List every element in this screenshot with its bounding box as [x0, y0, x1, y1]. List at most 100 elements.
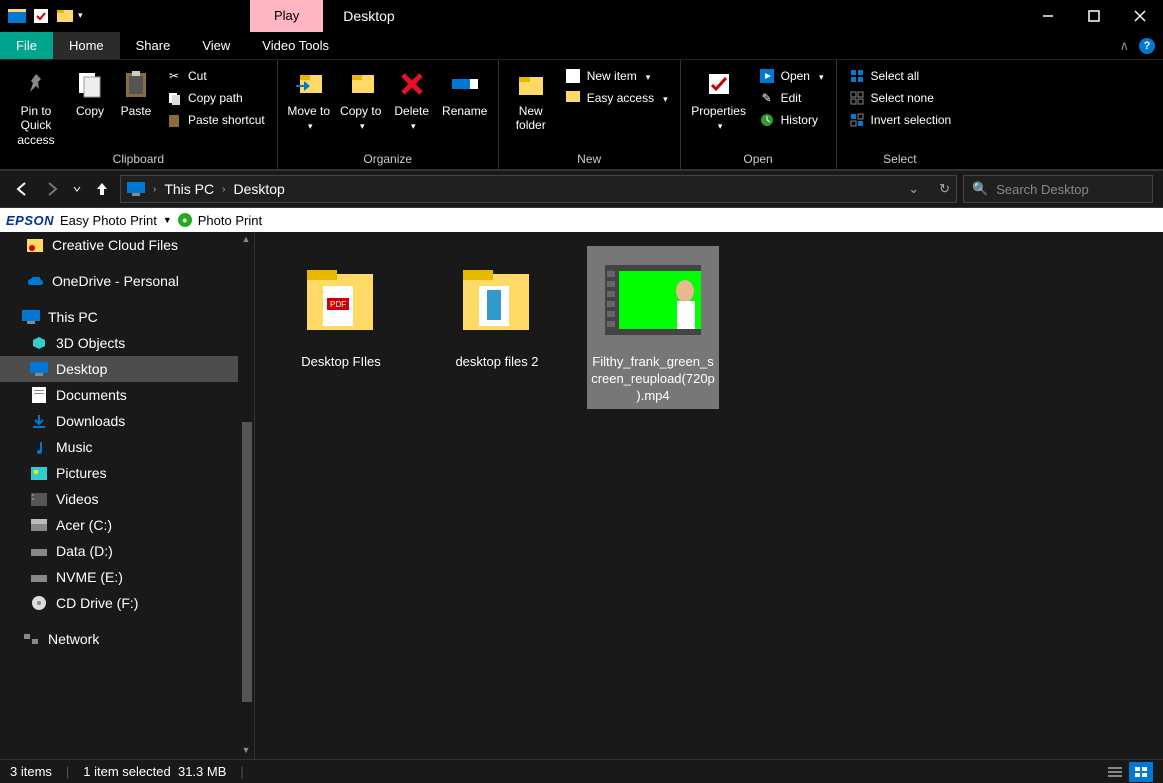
copy-button[interactable]: Copy [68, 64, 112, 118]
crumb-desktop[interactable]: Desktop [233, 181, 284, 197]
new-folder-button[interactable]: New folder [505, 64, 557, 133]
epson-dropdown-icon[interactable]: ▼ [163, 215, 172, 225]
tab-share[interactable]: Share [120, 32, 187, 59]
forward-button[interactable] [40, 177, 64, 201]
tree-creative-cloud[interactable]: Creative Cloud Files [0, 232, 254, 258]
tree-cd-drive[interactable]: CD Drive (F:) [0, 590, 254, 616]
paste-button[interactable]: Paste [114, 64, 158, 118]
details-view-button[interactable] [1103, 762, 1127, 782]
copy-path-button[interactable]: Copy path [160, 88, 271, 108]
history-button[interactable]: History [753, 110, 830, 130]
select-none-button[interactable]: Select none [843, 88, 958, 108]
status-selected-count: 1 item selected 31.3 MB [83, 764, 226, 779]
tree-scrollbar[interactable]: ▲ ▼ [238, 232, 254, 759]
title-bar: ▾ Play Desktop [0, 0, 1163, 32]
address-dropdown-icon[interactable]: ⌄ [908, 181, 919, 197]
help-icon[interactable]: ? [1139, 38, 1155, 54]
tree-3d-objects[interactable]: 3D Objects [0, 330, 254, 356]
context-tab-play[interactable]: Play [250, 0, 323, 32]
scroll-up-icon[interactable]: ▲ [240, 234, 252, 246]
properties-button[interactable]: Properties [687, 64, 751, 133]
invert-selection-button[interactable]: Invert selection [843, 110, 958, 130]
back-button[interactable] [10, 177, 34, 201]
group-label-open: Open [687, 149, 830, 169]
downloads-icon [30, 413, 48, 429]
desktop-icon [30, 361, 48, 377]
delete-button[interactable]: Delete [388, 64, 436, 133]
recent-locations-button[interactable] [70, 177, 84, 201]
tree-videos[interactable]: Videos [0, 486, 254, 512]
invert-selection-icon [849, 112, 865, 128]
cut-button[interactable]: ✂Cut [160, 66, 271, 86]
address-bar: › This PC › Desktop ⌄ ↻ 🔍 Search Desktop [0, 170, 1163, 208]
videos-icon [30, 491, 48, 507]
paste-shortcut-button[interactable]: Paste shortcut [160, 110, 271, 130]
explorer-icon[interactable] [6, 5, 28, 27]
minimize-button[interactable] [1025, 0, 1071, 32]
easy-access-icon [565, 90, 581, 106]
file-item-video[interactable]: Filthy_frank_green_screen_reupload(720p)… [587, 246, 719, 409]
tab-home[interactable]: Home [53, 32, 120, 59]
tree-onedrive[interactable]: OneDrive - Personal [0, 268, 254, 294]
qat-folder-icon[interactable] [54, 5, 76, 27]
new-item-button[interactable]: New item [559, 66, 674, 86]
folder-thumbnail-icon: PDF [293, 250, 389, 350]
tree-music[interactable]: Music [0, 434, 254, 460]
epson-toolbar: EPSON Easy Photo Print ▼ ● Photo Print [0, 208, 1163, 232]
copy-to-icon [345, 68, 377, 100]
rename-icon [449, 68, 481, 100]
network-icon [22, 631, 40, 647]
search-input[interactable]: 🔍 Search Desktop [963, 175, 1153, 203]
easy-photo-print-button[interactable]: Easy Photo Print [60, 213, 157, 228]
collapse-ribbon-icon[interactable]: ∧ [1119, 38, 1129, 54]
tab-view[interactable]: View [186, 32, 246, 59]
photo-print-button[interactable]: Photo Print [198, 213, 262, 228]
file-label: Filthy_frank_green_screen_reupload(720p)… [591, 354, 715, 405]
ribbon-group-clipboard: Pin to Quick access Copy Paste ✂Cut Copy… [0, 60, 278, 169]
file-item-folder-2[interactable]: desktop files 2 [431, 246, 563, 375]
tab-video-tools[interactable]: Video Tools [246, 32, 345, 59]
move-to-button[interactable]: Move to [284, 64, 334, 133]
scroll-down-icon[interactable]: ▼ [240, 745, 252, 757]
video-thumbnail-icon [605, 250, 701, 350]
maximize-button[interactable] [1071, 0, 1117, 32]
qat-properties-icon[interactable] [30, 5, 52, 27]
easy-access-button[interactable]: Easy access [559, 88, 674, 108]
breadcrumb[interactable]: › This PC › Desktop ⌄ ↻ [120, 175, 957, 203]
scrollbar-thumb[interactable] [242, 422, 252, 702]
tree-this-pc[interactable]: This PC [0, 304, 254, 330]
tree-desktop[interactable]: Desktop [0, 356, 254, 382]
tree-pictures[interactable]: Pictures [0, 460, 254, 486]
open-button[interactable]: Open [753, 66, 830, 86]
tree-documents[interactable]: Documents [0, 382, 254, 408]
tree-drive-e[interactable]: NVME (E:) [0, 564, 254, 590]
file-view[interactable]: PDF Desktop FIles desktop files 2 [255, 232, 1163, 759]
tree-drive-d[interactable]: Data (D:) [0, 538, 254, 564]
navigation-tree: Creative Cloud Files OneDrive - Personal… [0, 232, 255, 759]
thumbnails-view-button[interactable] [1129, 762, 1153, 782]
tree-network[interactable]: Network [0, 626, 254, 652]
select-all-button[interactable]: Select all [843, 66, 958, 86]
drive-icon [30, 517, 48, 533]
tree-drive-c[interactable]: Acer (C:) [0, 512, 254, 538]
copy-to-button[interactable]: Copy to [336, 64, 386, 133]
main-area: Creative Cloud Files OneDrive - Personal… [0, 232, 1163, 759]
tab-file[interactable]: File [0, 32, 53, 59]
window-title: Desktop [343, 8, 394, 24]
rename-button[interactable]: Rename [438, 64, 492, 118]
qat-dropdown-icon[interactable]: ▾ [78, 10, 90, 21]
delete-icon [396, 68, 428, 100]
up-button[interactable] [90, 177, 114, 201]
file-item-folder-1[interactable]: PDF Desktop FIles [275, 246, 407, 375]
paste-shortcut-icon [166, 112, 182, 128]
group-label-clipboard: Clipboard [6, 149, 271, 169]
refresh-button[interactable]: ↻ [939, 181, 950, 197]
pin-to-quick-access-button[interactable]: Pin to Quick access [6, 64, 66, 147]
chevron-right-icon[interactable]: › [153, 184, 156, 195]
crumb-this-pc[interactable]: This PC [164, 181, 214, 197]
edit-button[interactable]: ✎Edit [753, 88, 830, 108]
tree-downloads[interactable]: Downloads [0, 408, 254, 434]
chevron-right-icon[interactable]: › [222, 184, 225, 195]
move-to-icon [293, 68, 325, 100]
close-button[interactable] [1117, 0, 1163, 32]
